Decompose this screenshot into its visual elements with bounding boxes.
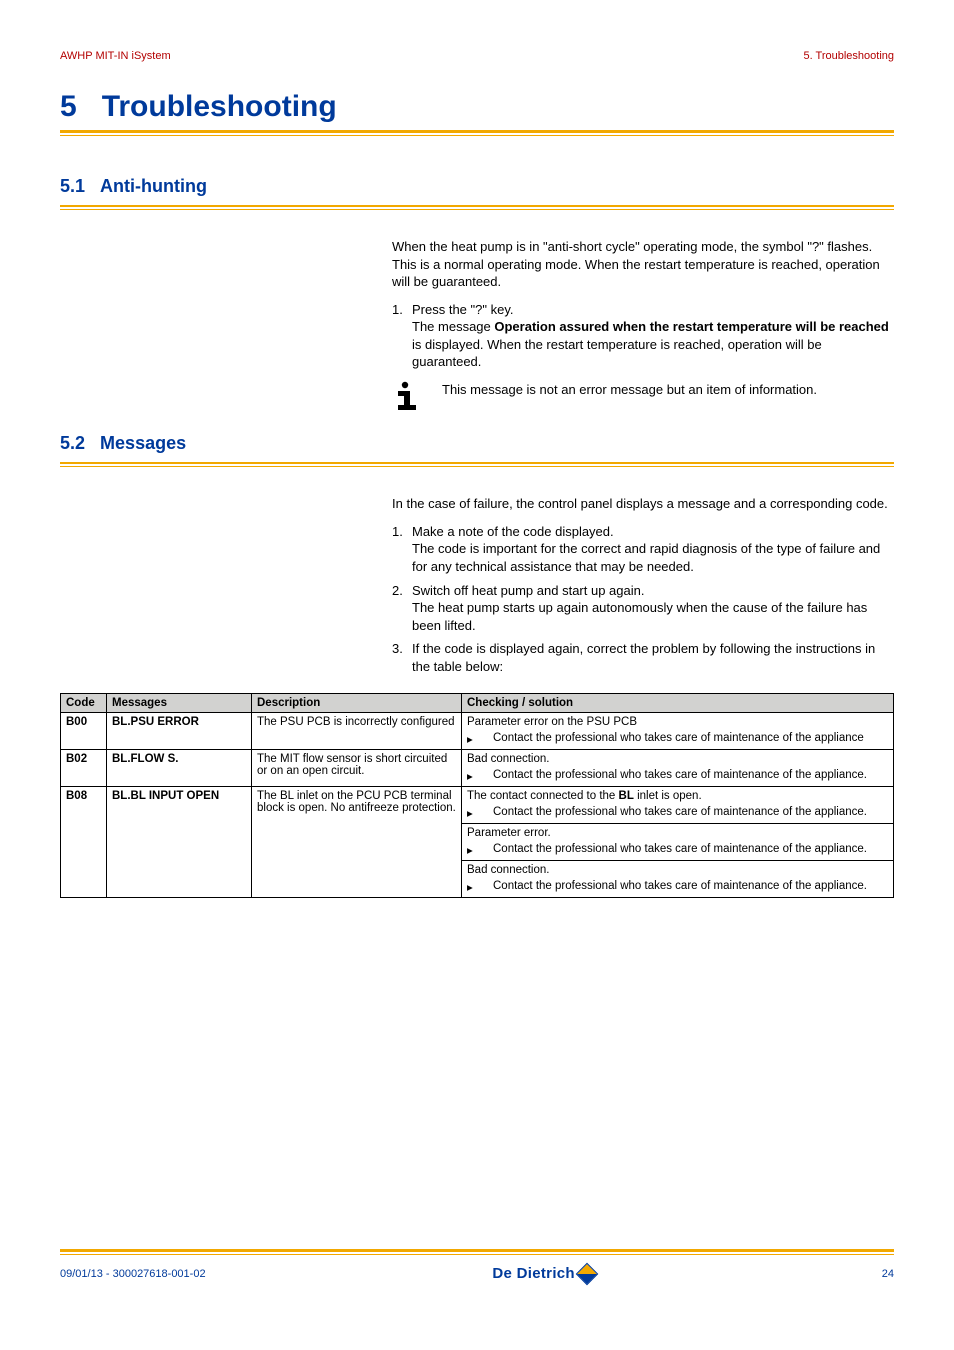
table-header-row: Code Messages Description Checking / sol… [61, 694, 894, 713]
th-sol: Checking / solution [462, 694, 894, 713]
cell-desc: The PSU PCB is incorrectly configured [252, 713, 462, 750]
sol-title: Parameter error on the PSU PCB [467, 716, 888, 728]
chapter-rule [60, 130, 894, 133]
step-lead: If the code is displayed again, correct … [412, 641, 875, 674]
bullet-text: Contact the professional who takes care … [493, 806, 888, 820]
bullet-text: Contact the professional who takes care … [493, 880, 888, 894]
section-rule-thin [60, 466, 894, 467]
cell-desc: The MIT flow sensor is short circuited o… [252, 750, 462, 787]
footer-rule [60, 1249, 894, 1252]
section-5-1-title: 5.1 Anti-hunting [60, 176, 894, 197]
section-text: Messages [100, 433, 186, 453]
step-lead: Press the "?" key. [412, 302, 513, 317]
section-text: Anti-hunting [100, 176, 207, 196]
cell-code: B02 [61, 750, 107, 787]
table-row: B00 BL.PSU ERROR The PSU PCB is incorrec… [61, 713, 894, 750]
cell-code: B00 [61, 713, 107, 750]
step-text: If the code is displayed again, correct … [412, 640, 894, 675]
step-body: The code is important for the correct an… [412, 541, 880, 574]
bullet-icon: ▸ [467, 732, 475, 746]
footer-rule-thin [60, 1254, 894, 1255]
section-rule-thin [60, 209, 894, 210]
bullet-icon: ▸ [467, 843, 475, 857]
step-text: Switch off heat pump and start up again.… [412, 582, 894, 635]
header-left: AWHP MIT-IN iSystem [60, 50, 171, 62]
chapter-rule-thin [60, 135, 894, 136]
step-number: 1. [392, 301, 412, 371]
bullet-icon: ▸ [467, 806, 475, 820]
step-body-bold: Operation assured when the restart tempe… [494, 319, 888, 334]
brand-name: De Dietrich [492, 1265, 575, 1282]
cell-desc: The BL inlet on the PCU PCB terminal blo… [252, 787, 462, 898]
section-num: 5.1 [60, 176, 85, 196]
step-body-b: is displayed. When the restart temperatu… [412, 337, 822, 370]
bullet-text: Contact the professional who takes care … [493, 843, 888, 857]
logo-diamond-icon [576, 1262, 599, 1285]
chapter-num: 5 [60, 90, 77, 123]
step-number: 2. [392, 582, 412, 635]
s1-para-text: When the heat pump is in "anti-short cyc… [392, 239, 880, 289]
sol-title-a: The contact connected to the [467, 790, 619, 802]
th-msg: Messages [107, 694, 252, 713]
bullet-text: Contact the professional who takes care … [493, 732, 888, 746]
footer-left: 09/01/13 - 300027618-001-02 [60, 1268, 206, 1280]
th-desc: Description [252, 694, 462, 713]
cell-msg: BL.BL INPUT OPEN [107, 787, 252, 898]
step-body: The heat pump starts up again autonomous… [412, 600, 867, 633]
cell-sol: Bad connection. ▸ Contact the profession… [462, 750, 894, 787]
brand-logo: De Dietrich [492, 1265, 595, 1282]
info-icon [392, 381, 420, 416]
chapter-text: Troubleshooting [102, 90, 337, 123]
cell-msg: BL.FLOW S. [107, 750, 252, 787]
info-text: This message is not an error message but… [442, 381, 894, 399]
section-num: 5.2 [60, 433, 85, 453]
sol-title: Parameter error. [467, 827, 888, 839]
section-rule [60, 205, 894, 207]
header-right: 5. Troubleshooting [803, 50, 894, 62]
step-lead: Switch off heat pump and start up again. [412, 583, 644, 598]
sol-title: Bad connection. [467, 864, 888, 876]
messages-table: Code Messages Description Checking / sol… [60, 693, 894, 898]
step-text: Make a note of the code displayed. The c… [412, 523, 894, 576]
cell-code: B08 [61, 787, 107, 898]
sol-title-b: inlet is open. [634, 790, 702, 802]
cell-msg: BL.PSU ERROR [107, 713, 252, 750]
sol-title-bold: BL [619, 790, 634, 802]
step-number: 3. [392, 640, 412, 675]
step-lead: Make a note of the code displayed. [412, 524, 614, 539]
th-code: Code [61, 694, 107, 713]
bullet-icon: ▸ [467, 769, 475, 783]
s1-para: When the heat pump is in "anti-short cyc… [392, 238, 894, 291]
cell-sol: The contact connected to the BL inlet is… [462, 787, 894, 898]
page-number: 24 [882, 1268, 894, 1280]
s2-para: In the case of failure, the control pane… [392, 495, 894, 513]
step-number: 1. [392, 523, 412, 576]
chapter-title: 5 Troubleshooting [60, 90, 894, 124]
table-row: B02 BL.FLOW S. The MIT flow sensor is sh… [61, 750, 894, 787]
sol-title: The contact connected to the BL inlet is… [467, 790, 888, 802]
section-rule [60, 462, 894, 464]
bullet-text: Contact the professional who takes care … [493, 769, 888, 783]
bullet-icon: ▸ [467, 880, 475, 894]
step-text: Press the "?" key. The message Operation… [412, 301, 894, 371]
sol-title: Bad connection. [467, 753, 888, 765]
cell-sol: Parameter error on the PSU PCB ▸ Contact… [462, 713, 894, 750]
table-row: B08 BL.BL INPUT OPEN The BL inlet on the… [61, 787, 894, 898]
section-5-2-title: 5.2 Messages [60, 433, 894, 454]
step-body-a: The message [412, 319, 494, 334]
